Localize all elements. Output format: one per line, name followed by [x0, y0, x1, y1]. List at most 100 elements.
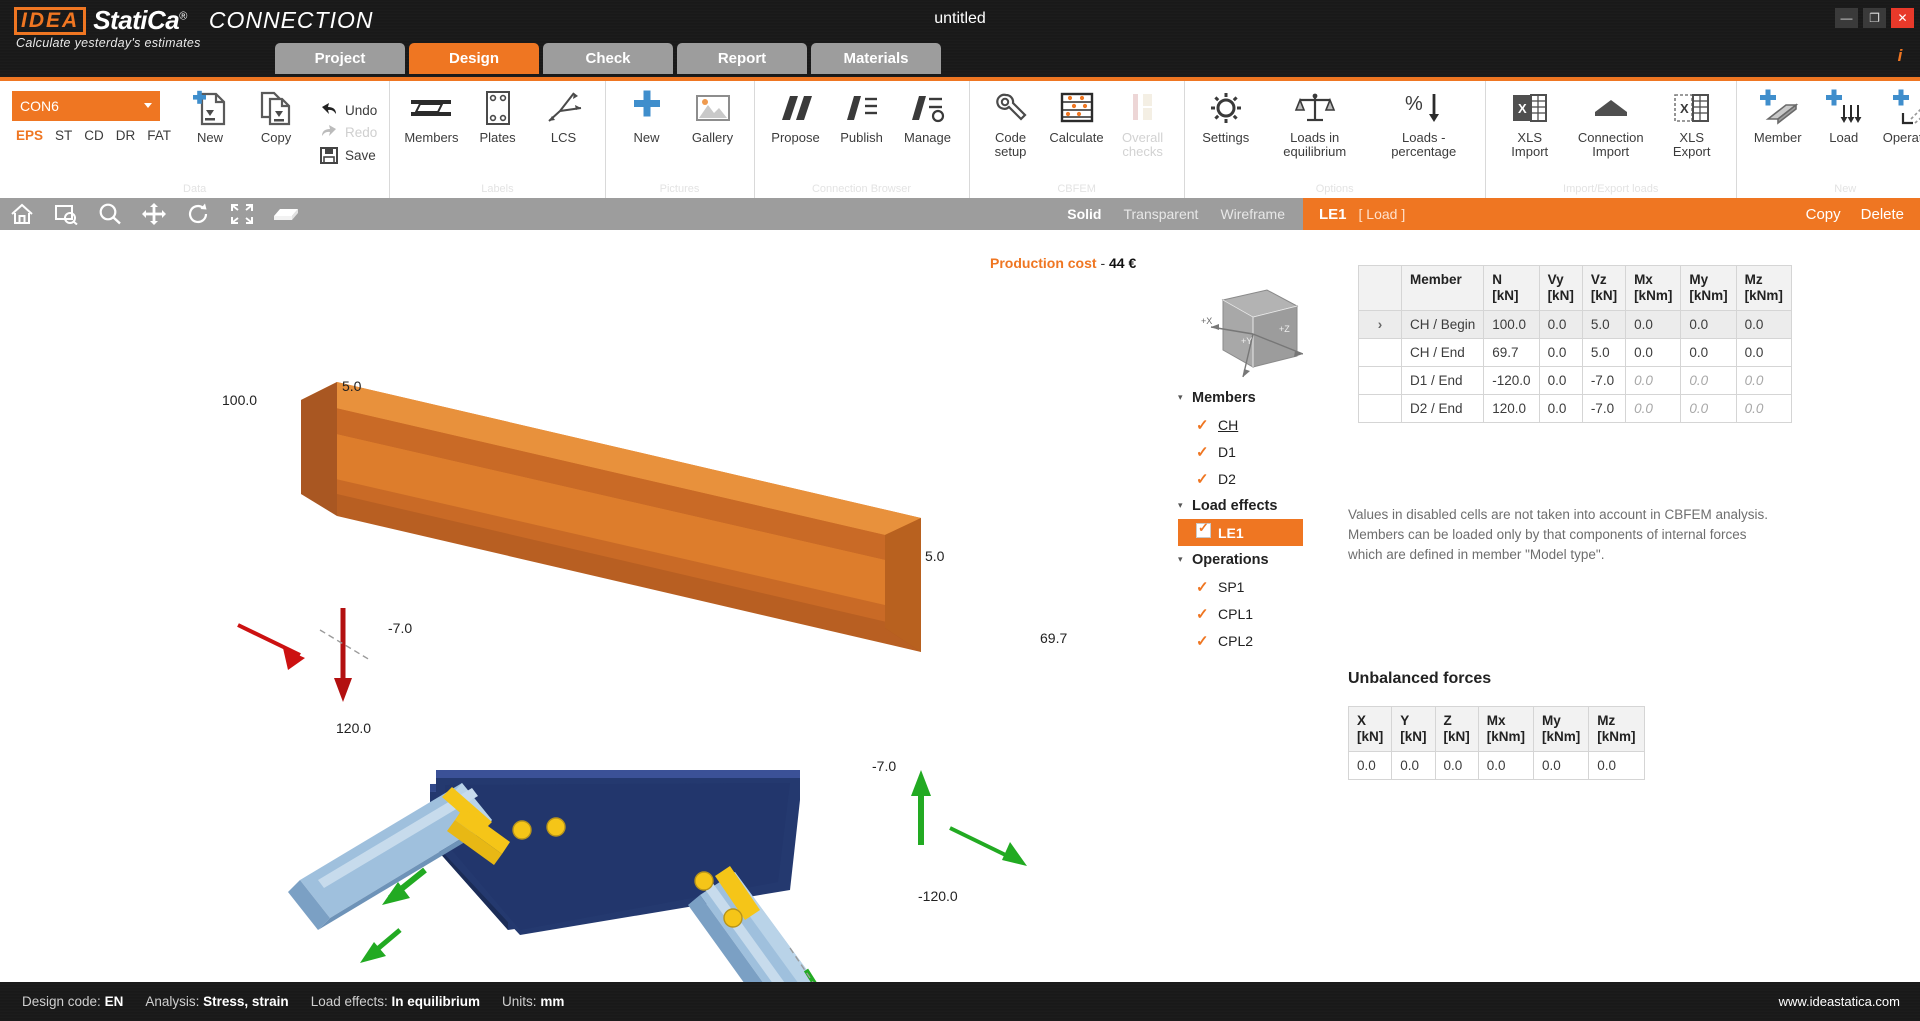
cell-vy[interactable]: 0.0	[1538, 338, 1583, 367]
row-expander-icon[interactable]: ›	[1358, 310, 1402, 339]
cell-mz[interactable]: 0.0	[1735, 338, 1792, 367]
copy-connection-button[interactable]: Copy	[243, 85, 309, 147]
code-cd[interactable]: CD	[84, 128, 104, 143]
tab-check[interactable]: Check	[543, 43, 673, 74]
home-icon[interactable]	[0, 198, 44, 230]
display-mode-wireframe[interactable]: Wireframe	[1220, 206, 1285, 222]
code-st[interactable]: ST	[55, 128, 72, 143]
connection-combo[interactable]: CON6	[12, 91, 160, 121]
display-mode-solid[interactable]: Solid	[1067, 206, 1101, 222]
cell-mz: 0.0	[1735, 394, 1792, 423]
cell-vy[interactable]: 0.0	[1538, 394, 1583, 423]
cell-vz[interactable]: -7.0	[1581, 366, 1627, 395]
cell-n[interactable]: 120.0	[1483, 394, 1540, 423]
tab-materials[interactable]: Materials	[811, 43, 941, 74]
code-dr[interactable]: DR	[116, 128, 136, 143]
plates-label-button[interactable]: Plates	[465, 85, 531, 147]
undo-button[interactable]: Undo	[315, 99, 381, 121]
orientation-cube[interactable]: +X +Y +Z	[1185, 272, 1315, 390]
loads-percentage-button[interactable]: % Loads - percentage	[1371, 85, 1477, 161]
display-mode-transparent[interactable]: Transparent	[1123, 206, 1198, 222]
gallery-button[interactable]: Gallery	[680, 85, 746, 147]
cell-n[interactable]: -120.0	[1483, 366, 1540, 395]
column-z: Z [kN]	[1434, 706, 1479, 752]
lcs-button[interactable]: LCS	[531, 85, 597, 147]
new-connection-button[interactable]: New	[177, 85, 243, 147]
tab-report[interactable]: Report	[677, 43, 807, 74]
code-setup-button[interactable]: Code setup	[978, 85, 1044, 161]
zoom-icon[interactable]	[88, 198, 132, 230]
cell-n[interactable]: 69.7	[1483, 338, 1540, 367]
fit-screen-icon[interactable]	[220, 198, 264, 230]
checkbox-checked-icon[interactable]	[1196, 520, 1218, 542]
members-label-button[interactable]: Members	[398, 85, 464, 147]
model-3d-render[interactable]	[0, 230, 1303, 982]
add-member-button[interactable]: Member	[1745, 85, 1811, 147]
row-expander-icon[interactable]	[1358, 338, 1402, 367]
info-icon[interactable]: i	[1890, 45, 1910, 67]
gallery-label: Gallery	[691, 130, 734, 145]
website-link[interactable]: www.ideastatica.com	[1779, 994, 1900, 1009]
publish-button[interactable]: Publish	[829, 85, 895, 147]
view-3d-icon[interactable]	[264, 198, 308, 230]
new-connection-label: New	[197, 130, 224, 145]
propose-button[interactable]: Propose	[763, 85, 829, 147]
new-picture-label: New	[633, 130, 660, 145]
pan-icon[interactable]	[132, 198, 176, 230]
save-label: Save	[345, 147, 376, 163]
add-operation-button[interactable]: Operation	[1877, 85, 1920, 147]
tree-section-label: Operations	[1192, 551, 1269, 568]
model-viewport[interactable]: 100.0 5.0 5.0 69.7 -7.0 120.0 -7.0 -120.…	[0, 230, 1303, 982]
application-window: IDEA StatiCa® CONNECTION Calculate yeste…	[0, 0, 1920, 1021]
connection-import-button[interactable]: Connection Import	[1566, 85, 1656, 161]
axis-label-y: +Y	[1241, 336, 1252, 346]
table-row[interactable]: CH / End 69.7 0.0 5.0 0.0 0.0 0.0	[1358, 338, 1792, 367]
ribbon-toolbar: CON6 EPS ST CD DR FAT New Copy Undo Redo…	[0, 77, 1920, 199]
tab-project[interactable]: Project	[275, 43, 405, 74]
save-button[interactable]: Save	[315, 143, 381, 167]
new-document-icon	[192, 87, 228, 129]
copy-load-effect-button[interactable]: Copy	[1806, 206, 1841, 223]
rotate-icon[interactable]	[176, 198, 220, 230]
loads-in-equilibrium-button[interactable]: Loads in equilibrium	[1259, 85, 1371, 161]
cell-my[interactable]: 0.0	[1680, 310, 1737, 339]
add-load-button[interactable]: Load	[1811, 85, 1877, 147]
xls-import-button[interactable]: X XLS Import	[1494, 85, 1566, 161]
cell-my[interactable]: 0.0	[1680, 338, 1737, 367]
code-eps[interactable]: EPS	[16, 128, 43, 143]
production-cost: Production cost - 44 €	[990, 255, 1136, 271]
table-row[interactable]: D1 / End -120.0 0.0 -7.0 0.0 0.0 0.0	[1358, 366, 1792, 395]
manage-button[interactable]: Manage	[895, 85, 961, 147]
cell-mx[interactable]: 0.0	[1625, 310, 1682, 339]
cell-vz[interactable]: 5.0	[1581, 310, 1627, 339]
settings-button[interactable]: Settings	[1193, 85, 1259, 147]
code-fat[interactable]: FAT	[147, 128, 171, 143]
xls-export-button[interactable]: X XLS Export	[1656, 85, 1728, 161]
ribbon-group-cbfem: Code setup Calculate Overall checks CBFE…	[968, 81, 1184, 198]
row-expander-icon[interactable]	[1358, 394, 1402, 423]
column-vy: Vy [kN]	[1538, 265, 1583, 311]
overall-checks-icon	[1127, 87, 1159, 129]
table-row[interactable]: D2 / End 120.0 0.0 -7.0 0.0 0.0 0.0	[1358, 394, 1792, 423]
cell-n[interactable]: 100.0	[1483, 310, 1540, 339]
add-operation-icon	[1889, 87, 1920, 129]
zoom-window-icon[interactable]	[44, 198, 88, 230]
expander-icon: ▾	[1178, 554, 1183, 564]
cell-vz[interactable]: 5.0	[1581, 338, 1627, 367]
new-picture-button[interactable]: New	[614, 85, 680, 147]
internal-forces-table[interactable]: Member N [kN] Vy [kN] Vz [kN] Mx [kNm] My [kN…	[1358, 265, 1792, 423]
ribbon-group-label-labels: Labels	[481, 183, 514, 195]
table-row[interactable]: › CH / Begin 100.0 0.0 5.0 0.0 0.0 0.0	[1358, 310, 1792, 339]
delete-load-effect-button[interactable]: Delete	[1861, 206, 1904, 223]
cell-mx[interactable]: 0.0	[1625, 338, 1682, 367]
tab-design[interactable]: Design	[409, 43, 539, 74]
cell-vy[interactable]: 0.0	[1538, 310, 1583, 339]
cell-vz[interactable]: -7.0	[1581, 394, 1627, 423]
row-expander-icon[interactable]	[1358, 366, 1402, 395]
close-button[interactable]: ✕	[1891, 8, 1914, 28]
maximize-button[interactable]: ❐	[1863, 8, 1886, 28]
cell-vy[interactable]: 0.0	[1538, 366, 1583, 395]
minimize-button[interactable]: —	[1835, 8, 1858, 28]
calculate-button[interactable]: Calculate	[1044, 85, 1110, 147]
cell-mz[interactable]: 0.0	[1735, 310, 1792, 339]
